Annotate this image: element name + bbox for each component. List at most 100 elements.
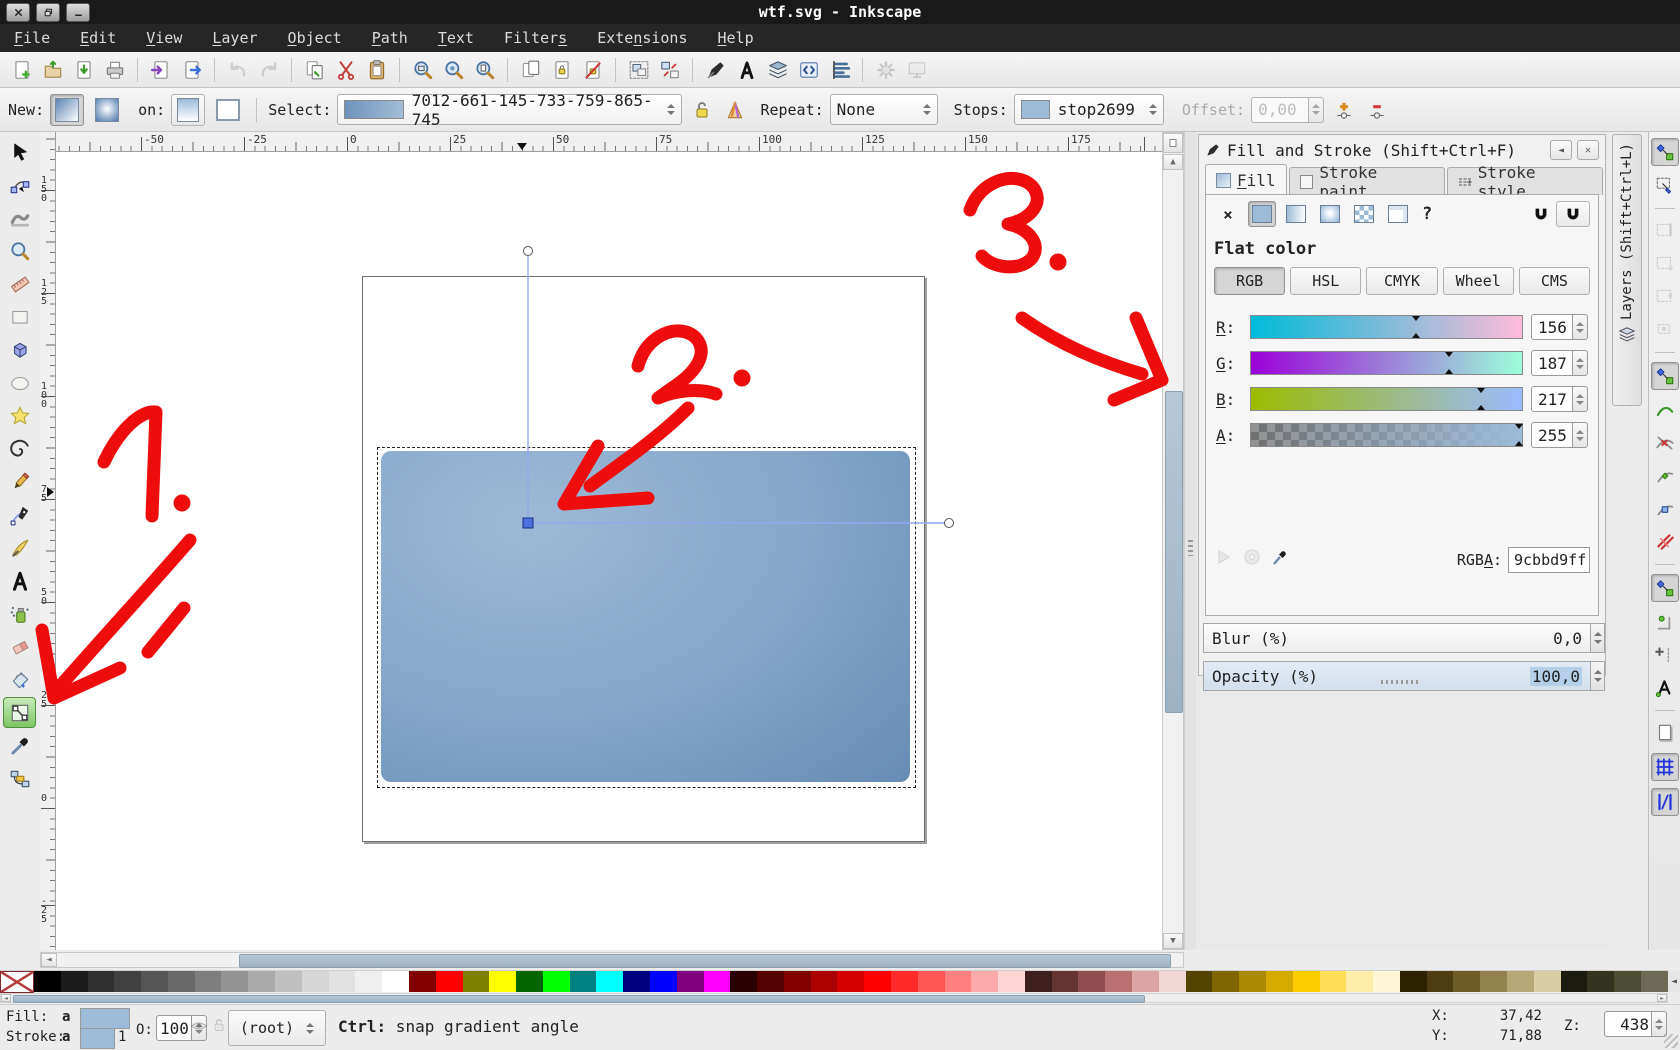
tool-connector[interactable]	[3, 763, 36, 794]
palette-swatch[interactable]	[1400, 971, 1427, 992]
tool-gradient[interactable]	[3, 697, 36, 728]
palette-swatch[interactable]	[1427, 971, 1454, 992]
menu-help[interactable]: Help	[718, 29, 754, 47]
selected-rectangle[interactable]	[381, 451, 910, 782]
channel-slider-a[interactable]	[1250, 423, 1523, 447]
snap-text-baselines-button[interactable]	[1652, 675, 1678, 701]
apply-to-stroke-button[interactable]	[211, 94, 245, 126]
horizontal-ruler[interactable]: -50-250255075100125150175	[56, 132, 1162, 152]
ruler-corner-button[interactable]	[1163, 133, 1183, 153]
palette-swatch[interactable]	[1320, 971, 1347, 992]
snap-paths-button[interactable]	[1652, 397, 1678, 423]
palette-swatch[interactable]	[34, 971, 61, 992]
palette-swatch[interactable]	[998, 971, 1025, 992]
blur-slider[interactable]: Blur (%) 0,0	[1203, 623, 1591, 653]
dock-handle-dots-icon[interactable]	[1381, 680, 1421, 684]
palette-swatch[interactable]	[221, 971, 248, 992]
snap-guides-button[interactable]	[1651, 788, 1679, 816]
tool-ellipse[interactable]	[3, 367, 36, 398]
channel-spinbox-a[interactable]: 255	[1531, 422, 1588, 448]
opacity-spinner-icon[interactable]	[1591, 661, 1605, 691]
tool-paint-bucket[interactable]	[3, 664, 36, 695]
duplicate-icon[interactable]	[517, 56, 544, 83]
palette-swatch[interactable]	[195, 971, 222, 992]
palette-scroll-left-icon[interactable]: ◄	[1, 994, 11, 1002]
palette-swatch[interactable]	[409, 971, 436, 992]
palette-swatch[interactable]	[623, 971, 650, 992]
palette-swatch[interactable]	[1614, 971, 1641, 992]
snap-bounding-box-button[interactable]	[1652, 173, 1678, 199]
text-dialog-icon[interactable]	[733, 56, 760, 83]
paint-none-button[interactable]: ×	[1214, 201, 1242, 227]
paint-radial-gradient-button[interactable]	[1316, 201, 1344, 227]
palette-swatch[interactable]	[382, 971, 409, 992]
link-gradients-icon[interactable]	[688, 96, 715, 123]
palette-swatch[interactable]	[302, 971, 329, 992]
blur-spinner-icon[interactable]	[1591, 623, 1605, 653]
palette-swatch[interactable]	[1105, 971, 1132, 992]
spinner-arrows-icon[interactable]	[1573, 422, 1588, 448]
snap-enable-button[interactable]	[1651, 138, 1679, 166]
palette-swatch[interactable]	[355, 971, 382, 992]
fill-stroke-dialog-icon[interactable]	[702, 56, 729, 83]
new-linear-gradient-button[interactable]	[50, 94, 84, 126]
print-icon[interactable]	[101, 56, 128, 83]
fill-rule-nonzero-button[interactable]	[1556, 201, 1590, 227]
palette-swatch[interactable]	[1293, 971, 1320, 992]
tool-pencil[interactable]	[3, 466, 36, 497]
menu-file[interactable]: File	[14, 29, 50, 47]
zoom-page-icon[interactable]	[471, 56, 498, 83]
palette-swatch[interactable]	[864, 971, 891, 992]
color-mode-hsl[interactable]: HSL	[1290, 267, 1361, 295]
channel-spinbox-g[interactable]: 187	[1531, 350, 1588, 376]
gradient-select-dropdown[interactable]: 7012-661-145-733-759-865-745	[337, 94, 682, 125]
tool-rectangle[interactable]	[3, 301, 36, 332]
palette-swatch[interactable]	[489, 971, 516, 992]
menu-edit[interactable]: Edit	[80, 29, 116, 47]
tool-tweak[interactable]	[3, 202, 36, 233]
palette-swatch[interactable]	[971, 971, 998, 992]
slider-thumb-icon[interactable]	[1515, 441, 1523, 446]
palette-prev-icon[interactable]: ◄	[1668, 970, 1680, 992]
slider-thumb-icon[interactable]	[1477, 405, 1485, 410]
tool-pen[interactable]	[3, 499, 36, 530]
snap-path-intersections-button[interactable]	[1652, 430, 1678, 456]
snap-line-midpoints-button[interactable]	[1652, 529, 1678, 555]
layer-lock-icon[interactable]	[211, 1017, 227, 1033]
palette-swatch[interactable]	[329, 971, 356, 992]
menu-text[interactable]: Text	[438, 29, 474, 47]
channel-slider-r[interactable]	[1250, 315, 1523, 339]
tab-fill[interactable]: Fill	[1205, 164, 1287, 195]
tool-dropper[interactable]	[3, 730, 36, 761]
paint-flat-button[interactable]	[1248, 201, 1276, 227]
group-objects-icon[interactable]	[625, 56, 652, 83]
save-document-icon[interactable]	[70, 56, 97, 83]
color-picker-icon[interactable]	[1270, 547, 1290, 567]
offset-spinbox[interactable]: 0,00	[1251, 97, 1324, 123]
snap-page-border-button[interactable]	[1652, 720, 1678, 746]
vertical-scrollbar[interactable]: ▲ ▼	[1162, 132, 1184, 950]
palette-swatch[interactable]	[1346, 971, 1373, 992]
snap-cusp-nodes-button[interactable]	[1652, 463, 1678, 489]
window-resize-grip[interactable]	[1664, 1034, 1678, 1048]
palette-swatch[interactable]	[945, 971, 972, 992]
channel-spinbox-b[interactable]: 217	[1531, 386, 1588, 412]
tool-zoom[interactable]	[3, 235, 36, 266]
scroll-left-icon[interactable]: ◄	[41, 953, 57, 967]
cms-toggle-icon[interactable]	[1242, 547, 1262, 567]
paint-swatch-button[interactable]	[1384, 201, 1412, 227]
palette-swatch[interactable]	[1186, 971, 1213, 992]
palette-scrollbar[interactable]: ◄ ►	[0, 993, 1668, 1003]
dock-resize-grip[interactable]	[1184, 132, 1196, 950]
palette-swatch-none[interactable]	[0, 971, 34, 992]
palette-swatch[interactable]	[757, 971, 784, 992]
tool-text[interactable]	[3, 565, 36, 596]
panel-iconify-button[interactable]: ◄	[1550, 140, 1572, 160]
fill-rule-evenodd-icon[interactable]	[1532, 205, 1550, 223]
palette-swatch[interactable]	[1641, 971, 1668, 992]
tool-measure[interactable]	[3, 268, 36, 299]
snap-other-points-button[interactable]	[1651, 574, 1679, 602]
palette-swatch[interactable]	[436, 971, 463, 992]
zoom-selection-icon[interactable]	[409, 56, 436, 83]
palette-swatch[interactable]	[1159, 971, 1186, 992]
